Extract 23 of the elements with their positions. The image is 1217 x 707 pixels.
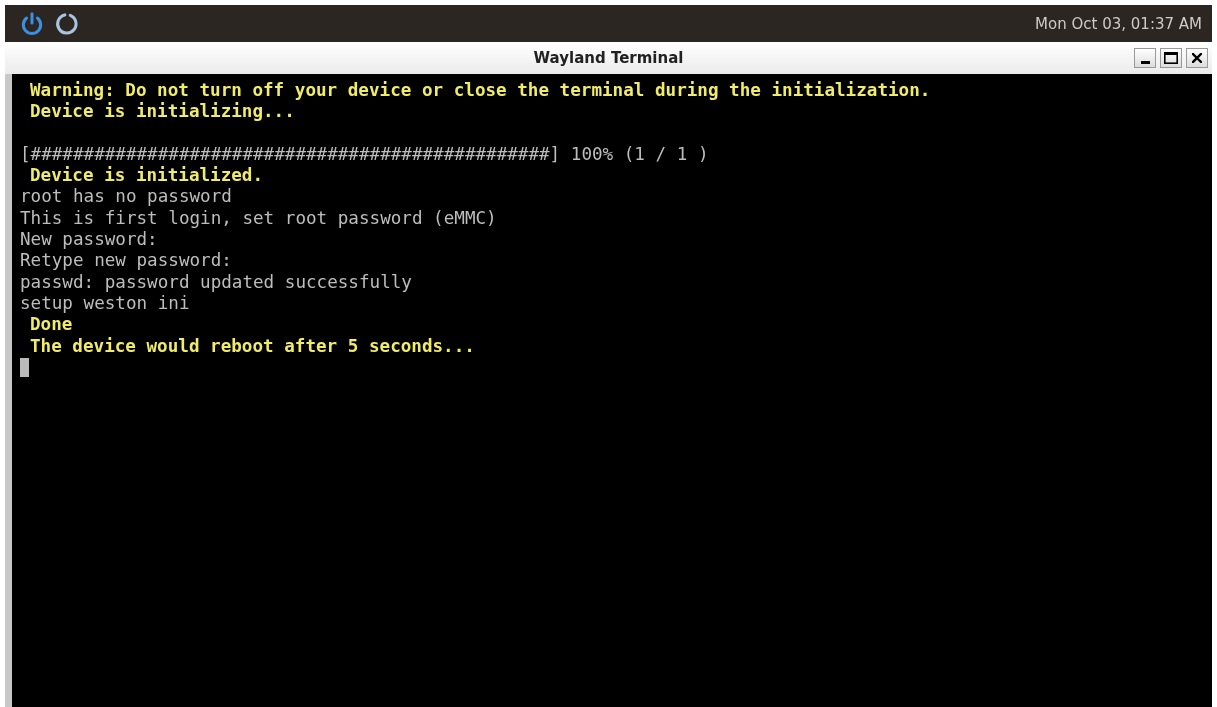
- terminal-notice: Device is initializing...: [30, 101, 295, 122]
- close-icon: [1192, 53, 1202, 63]
- terminal-output: New password:: [20, 229, 158, 250]
- minimize-icon: [1140, 61, 1150, 64]
- restart-icon[interactable]: [54, 10, 80, 37]
- maximize-button[interactable]: [1160, 48, 1182, 68]
- terminal-notice: Warning: Do not turn off your device or close the terminal during the initialization.: [30, 80, 931, 100]
- terminal-area[interactable]: [5, 74, 1212, 707]
- close-button[interactable]: [1186, 48, 1208, 68]
- terminal-output: root has no password: [20, 186, 232, 207]
- clock: Mon Oct 03, 01:37 AM: [1035, 14, 1202, 33]
- terminal-notice: Done: [30, 314, 73, 335]
- power-icon[interactable]: [19, 10, 45, 37]
- terminal-notice: Device is initialized.: [30, 165, 264, 186]
- terminal-output: setup weston ini: [20, 292, 190, 313]
- terminal-output: passwd: password updated successfully: [20, 271, 412, 292]
- minimize-button[interactable]: [1134, 48, 1156, 68]
- terminal-output: [#################################################] 100% (1 / 1 ): [20, 143, 709, 164]
- terminal-output: Retype new password:: [20, 250, 232, 271]
- maximize-icon: [1164, 52, 1178, 64]
- terminal-notice: The device would reboot after 5 seconds...: [30, 335, 475, 356]
- window-title: Wayland Terminal: [533, 49, 684, 67]
- terminal-output: This is first login, set root password (eMMC): [20, 207, 497, 228]
